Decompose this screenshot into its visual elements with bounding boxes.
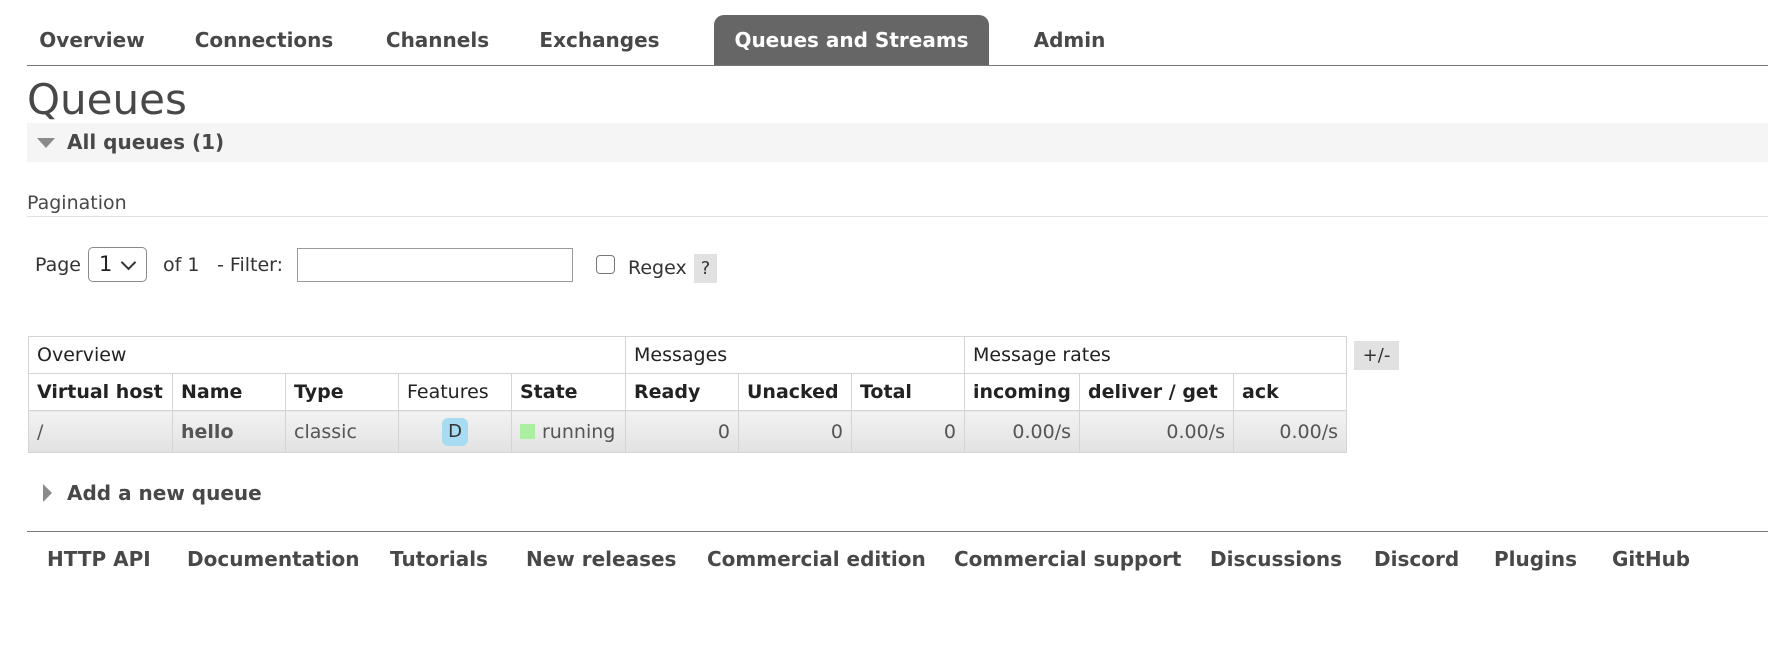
nav-tab-admin[interactable]: Admin <box>1017 15 1122 65</box>
regex-label: Regex <box>628 257 687 279</box>
column-header-features: Features <box>398 373 512 411</box>
chevron-down-icon <box>120 254 137 271</box>
page: Overview Connections Channels Exchanges … <box>0 0 1768 658</box>
column-header-name[interactable]: Name <box>172 373 286 411</box>
cell-queue-name[interactable]: hello <box>172 410 286 453</box>
footer-link-discussions[interactable]: Discussions <box>1210 544 1342 574</box>
all-queues-label: All queues (1) <box>67 130 225 154</box>
regex-checkbox[interactable] <box>596 255 615 274</box>
pagination-divider <box>27 216 1768 217</box>
all-queues-section-toggle[interactable]: All queues (1) <box>27 123 1768 162</box>
group-header-messages: Messages <box>625 336 965 374</box>
footer-link-documentation[interactable]: Documentation <box>187 544 360 574</box>
pagination-title: Pagination <box>27 192 127 214</box>
footer: HTTP API Documentation Tutorials New rel… <box>27 531 1768 592</box>
table-column-header-row: Virtual host Name Type Features State Re… <box>28 373 1347 411</box>
column-header-virtual-host[interactable]: Virtual host <box>28 373 173 411</box>
column-header-unacked[interactable]: Unacked <box>738 373 852 411</box>
add-queue-label: Add a new queue <box>67 481 262 505</box>
footer-link-tutorials[interactable]: Tutorials <box>390 544 488 574</box>
column-header-ack[interactable]: ack <box>1233 373 1347 411</box>
cell-state: running <box>511 410 626 453</box>
cell-unacked: 0 <box>738 410 852 453</box>
nav-tab-overview[interactable]: Overview <box>27 15 157 65</box>
table-row[interactable]: / hello classic D running 0 0 0 0.00/s 0… <box>28 410 1347 453</box>
column-header-deliver-get[interactable]: deliver / get <box>1079 373 1234 411</box>
state-label: running <box>542 420 616 443</box>
page-title: Queues <box>27 75 187 124</box>
footer-link-discord[interactable]: Discord <box>1374 544 1459 574</box>
page-select[interactable]: 1 <box>88 247 147 282</box>
footer-link-http-api[interactable]: HTTP API <box>47 544 151 574</box>
triangle-right-icon <box>43 484 52 502</box>
table-group-header-row: Overview Messages Message rates <box>28 336 1347 374</box>
column-header-state[interactable]: State <box>511 373 626 411</box>
cell-total: 0 <box>851 410 965 453</box>
footer-link-new-releases[interactable]: New releases <box>526 544 676 574</box>
page-select-value: 1 <box>99 252 113 276</box>
page-label: Page <box>35 254 81 276</box>
cell-ready: 0 <box>625 410 739 453</box>
nav-tab-queues-and-streams[interactable]: Queues and Streams <box>714 15 989 65</box>
page-count-label: of 1 <box>163 254 200 276</box>
column-header-type[interactable]: Type <box>285 373 399 411</box>
cell-ack-rate: 0.00/s <box>1233 410 1347 453</box>
column-header-total[interactable]: Total <box>851 373 965 411</box>
column-header-incoming[interactable]: incoming <box>964 373 1080 411</box>
filter-input[interactable] <box>297 248 573 282</box>
footer-link-commercial-support[interactable]: Commercial support <box>954 544 1182 574</box>
footer-link-plugins[interactable]: Plugins <box>1494 544 1577 574</box>
nav-tab-exchanges[interactable]: Exchanges <box>527 15 672 65</box>
state-running-indicator <box>520 423 535 439</box>
cell-virtual-host: / <box>28 410 173 453</box>
durable-feature-badge: D <box>442 417 468 446</box>
footer-link-commercial-edition[interactable]: Commercial edition <box>707 544 926 574</box>
column-toggle-button[interactable]: +/- <box>1354 341 1399 370</box>
filter-label: - Filter: <box>217 254 284 276</box>
cell-features: D <box>398 410 512 453</box>
column-header-ready[interactable]: Ready <box>625 373 739 411</box>
nav-tab-connections[interactable]: Connections <box>184 15 344 65</box>
group-header-overview: Overview <box>28 336 626 374</box>
queues-table: Overview Messages Message rates Virtual … <box>28 336 1347 453</box>
cell-incoming-rate: 0.00/s <box>964 410 1080 453</box>
regex-help-button[interactable]: ? <box>694 254 717 283</box>
group-header-message-rates: Message rates <box>964 336 1347 374</box>
cell-type: classic <box>285 410 399 453</box>
cell-deliver-get-rate: 0.00/s <box>1079 410 1234 453</box>
triangle-down-icon <box>37 138 55 148</box>
footer-link-github[interactable]: GitHub <box>1612 544 1690 574</box>
main-nav: Overview Connections Channels Exchanges … <box>27 15 1768 66</box>
nav-tab-channels[interactable]: Channels <box>375 15 500 65</box>
